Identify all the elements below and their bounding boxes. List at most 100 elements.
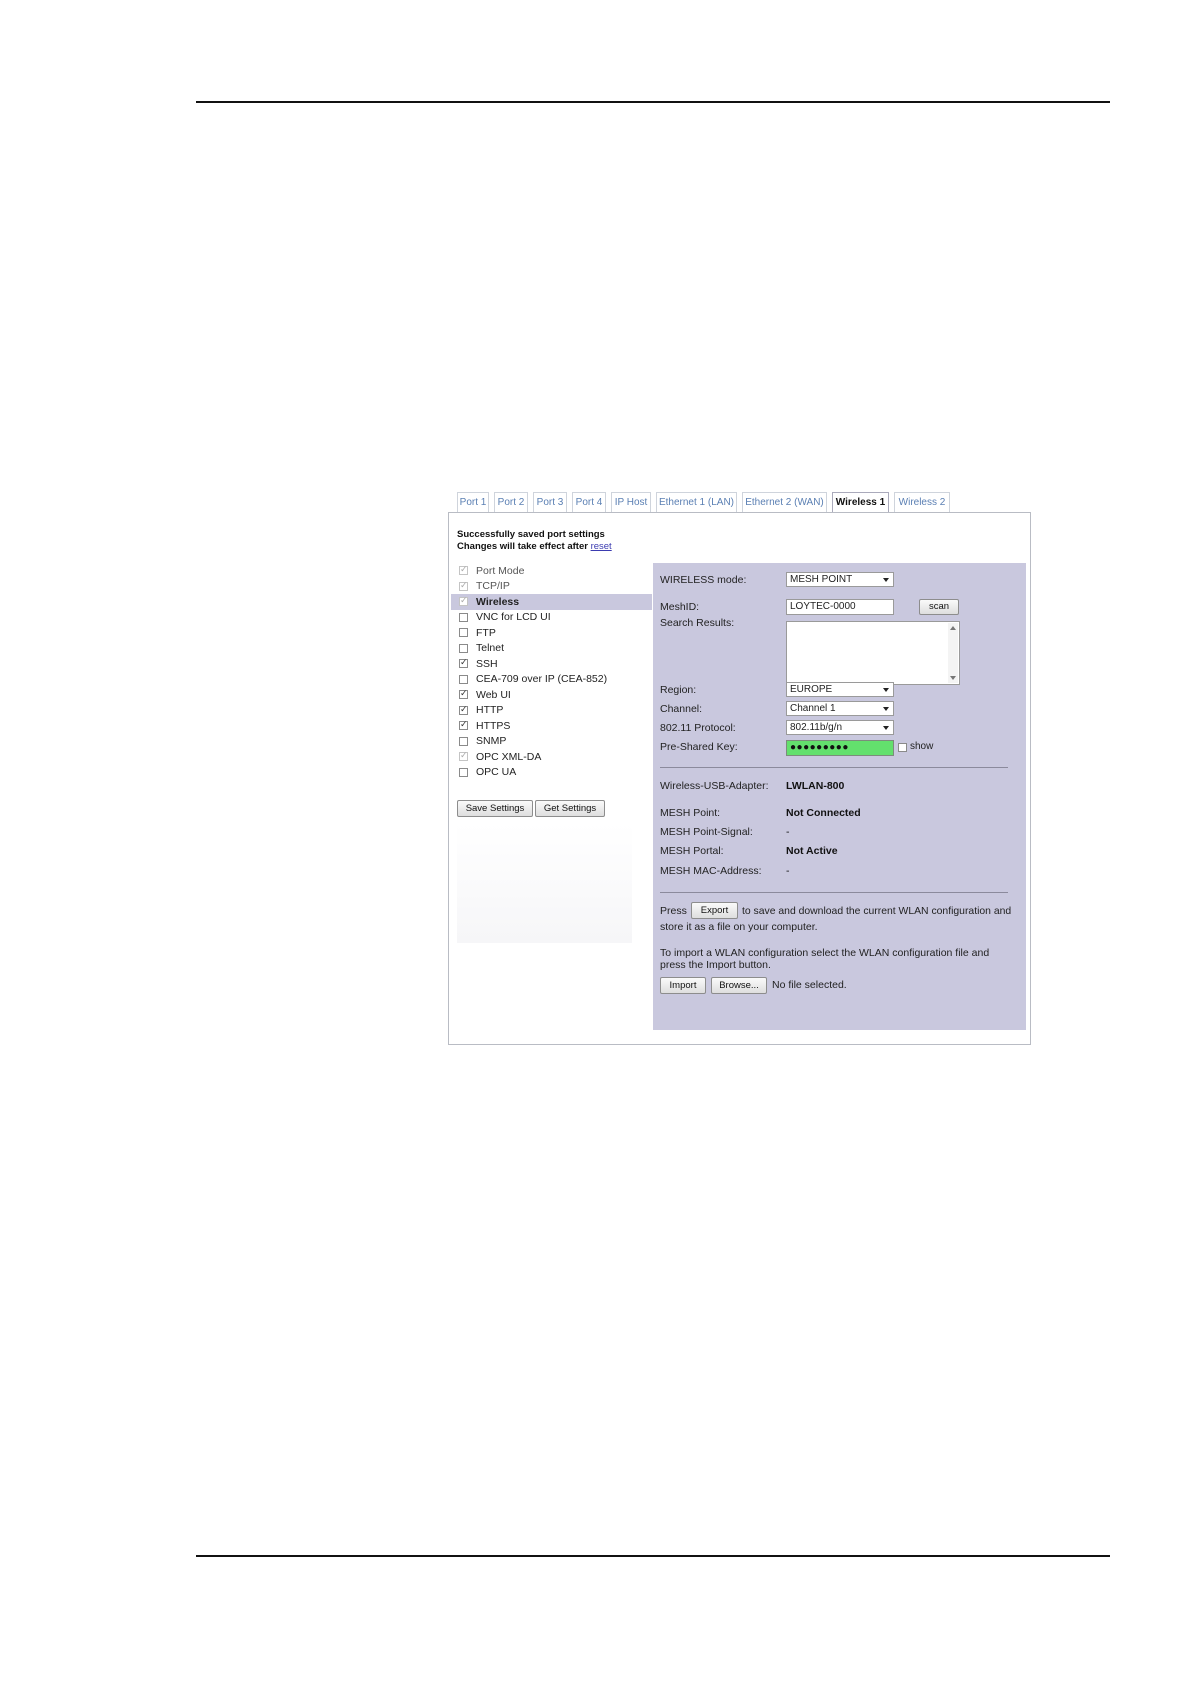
tab-wireless-1[interactable]: Wireless 1 [832, 492, 889, 513]
wireless-mode-label: WIRELESS mode: [660, 574, 747, 586]
item-label: OPC XML-DA [476, 750, 542, 763]
scan-button[interactable]: scan [919, 599, 959, 615]
settings-frame: Successfully saved port settings Changes… [448, 512, 1031, 1045]
scroll-down-icon[interactable] [950, 676, 956, 680]
status-message: Successfully saved port settings [457, 529, 605, 540]
list-item-cea709[interactable]: CEA-709 over IP (CEA-852) [457, 672, 652, 688]
mesh-signal-label: MESH Point-Signal: [660, 826, 753, 838]
checkbox[interactable] [459, 564, 468, 576]
mesh-portal-value: Not Active [786, 845, 838, 857]
show-key-label: show [910, 741, 934, 752]
protocol-select[interactable]: 802.11b/g/n [786, 720, 894, 735]
checkbox[interactable] [459, 674, 468, 684]
divider [660, 767, 1008, 768]
channel-select[interactable]: Channel 1 [786, 701, 894, 716]
tab-wireless-2[interactable]: Wireless 2 [894, 492, 950, 512]
list-item-web-ui[interactable]: Web UI [457, 687, 652, 703]
dropdown-caret-icon [883, 726, 889, 730]
reset-prefix: Changes will take effect after [457, 541, 588, 552]
list-item-telnet[interactable]: Telnet [457, 641, 652, 657]
checkbox[interactable] [459, 643, 468, 653]
show-key-checkbox[interactable] [898, 743, 907, 752]
meshid-label: MeshID: [660, 601, 700, 613]
scrollbar[interactable] [948, 623, 958, 683]
list-item-vnc[interactable]: VNC for LCD UI [457, 610, 652, 626]
item-label: FTP [476, 626, 496, 639]
list-item-opc-ua[interactable]: OPC UA [457, 765, 652, 781]
tab-port-4[interactable]: Port 4 [572, 492, 606, 512]
checkbox[interactable] [459, 688, 468, 700]
checkbox[interactable] [459, 750, 468, 762]
import-button[interactable]: Import [660, 977, 706, 994]
tab-ethernet-1-lan[interactable]: Ethernet 1 (LAN) [656, 492, 737, 512]
dropdown-caret-icon [883, 688, 889, 692]
item-label: Web UI [476, 688, 511, 701]
status-message-reset: Changes will take effect after reset [457, 541, 612, 552]
item-label: Port Mode [476, 564, 525, 577]
mesh-point-label: MESH Point: [660, 807, 721, 819]
service-list: Port Mode TCP/IP Wireless VNC for LCD UI… [451, 563, 652, 781]
list-item-snmp[interactable]: SNMP [457, 734, 652, 750]
footer-rule [196, 1555, 1110, 1557]
checkbox[interactable] [459, 767, 468, 777]
export-description: to save and download the current WLAN co… [742, 906, 1012, 917]
mesh-signal-value: - [786, 826, 790, 838]
save-settings-button[interactable]: Save Settings [457, 800, 533, 817]
checkbox[interactable] [459, 628, 468, 638]
adapter-label: Wireless-USB-Adapter: [660, 780, 769, 792]
mesh-mac-label: MESH MAC-Address: [660, 865, 762, 877]
mesh-point-value: Not Connected [786, 807, 861, 819]
psk-input[interactable]: ●●●●●●●●● [786, 740, 894, 756]
tab-ip-host[interactable]: IP Host [611, 492, 651, 512]
mesh-portal-label: MESH Portal: [660, 845, 724, 857]
checkbox[interactable] [459, 580, 468, 591]
list-item-http[interactable]: HTTP [457, 703, 652, 719]
dropdown-caret-icon [883, 707, 889, 711]
region-label: Region: [660, 684, 697, 696]
tab-port-3[interactable]: Port 3 [533, 492, 567, 512]
wireless-settings-panel: WIRELESS mode: MESH POINT MeshID: LOYTEC… [653, 563, 1026, 1030]
list-item-wireless[interactable]: Wireless [451, 594, 652, 610]
list-item-ftp[interactable]: FTP [457, 625, 652, 641]
checkbox[interactable] [459, 595, 468, 607]
list-item-ssh[interactable]: SSH [457, 656, 652, 672]
item-label: TCP/IP [476, 580, 510, 593]
list-item-tcpip[interactable]: TCP/IP [457, 579, 652, 595]
tab-ethernet-2-wan[interactable]: Ethernet 2 (WAN) [742, 492, 827, 512]
list-item-opc-xml-da[interactable]: OPC XML-DA [457, 749, 652, 765]
adapter-value: LWLAN-800 [786, 780, 845, 792]
checkbox[interactable] [459, 719, 468, 731]
channel-label: Channel: [660, 703, 703, 715]
checkbox[interactable] [459, 736, 468, 746]
checkbox[interactable] [459, 612, 468, 622]
select-value: MESH POINT [790, 574, 853, 585]
wireless-mode-select[interactable]: MESH POINT [786, 572, 894, 587]
region-select[interactable]: EUROPE [786, 682, 894, 697]
checkbox[interactable] [459, 704, 468, 715]
divider [660, 892, 1008, 893]
empty-area [457, 823, 632, 943]
export-description-line2: store it as a file on your computer. [660, 921, 818, 933]
search-results-label: Search Results: [660, 617, 735, 629]
item-label: SSH [476, 657, 498, 670]
import-description-line2: press the Import button. [660, 959, 771, 971]
get-settings-button[interactable]: Get Settings [535, 800, 605, 817]
reset-link[interactable]: reset [591, 541, 612, 552]
export-button[interactable]: Export [691, 902, 738, 919]
item-label: Wireless [476, 595, 520, 608]
scroll-up-icon[interactable] [950, 626, 956, 630]
no-file-selected-text: No file selected. [772, 979, 847, 991]
item-label: HTTPS [476, 719, 511, 732]
item-label: Telnet [476, 642, 505, 655]
dropdown-caret-icon [883, 578, 889, 582]
list-item-port-mode[interactable]: Port Mode [457, 563, 652, 579]
tab-port-1[interactable]: Port 1 [457, 492, 489, 512]
meshid-input[interactable]: LOYTEC-0000 [786, 599, 894, 615]
search-results-box[interactable] [786, 621, 960, 685]
list-item-https[interactable]: HTTPS [457, 718, 652, 734]
select-value: 802.11b/g/n [790, 722, 843, 733]
tab-port-2[interactable]: Port 2 [494, 492, 528, 512]
browse-button[interactable]: Browse... [711, 977, 767, 994]
item-label: SNMP [476, 735, 507, 748]
checkbox[interactable] [459, 657, 468, 669]
